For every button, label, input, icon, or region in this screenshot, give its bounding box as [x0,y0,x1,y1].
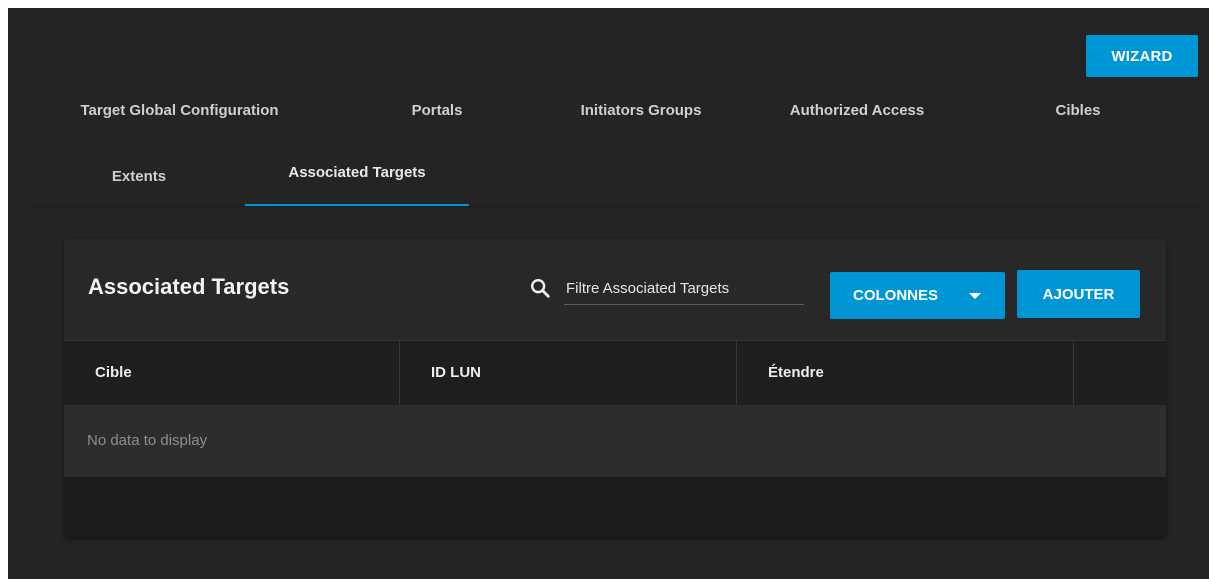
tab-extents[interactable]: Extents [98,168,180,185]
tab-associated-targets[interactable]: Associated Targets [265,164,449,181]
app-frame: WIZARD Target Global Configuration Porta… [8,8,1209,579]
table-header: Cible ID LUN Étendre [64,340,1166,406]
associated-targets-card: Associated Targets COLONNES AJOUTER Cibl… [64,239,1166,537]
wizard-button[interactable]: WIZARD [1086,35,1198,77]
tab-portals[interactable]: Portals [387,102,487,119]
table-footer [64,477,1166,537]
search-icon [531,279,550,298]
caret-down-icon [969,293,981,299]
column-header-cible[interactable]: Cible [64,341,400,406]
tabs-divider [32,206,1202,207]
columns-button[interactable]: COLONNES [830,272,1005,319]
column-header-id-lun[interactable]: ID LUN [400,341,737,406]
tab-authorized-access[interactable]: Authorized Access [777,102,937,119]
empty-table-message: No data to display [64,405,1166,477]
columns-button-label: COLONNES [853,287,939,304]
tab-initiators-groups[interactable]: Initiators Groups [561,102,721,119]
add-button[interactable]: AJOUTER [1017,270,1140,318]
tab-cibles[interactable]: Cibles [1043,102,1113,119]
card-title: Associated Targets [88,274,290,299]
filter-input[interactable] [564,273,804,305]
column-header-actions [1074,341,1166,406]
tab-target-global-configuration[interactable]: Target Global Configuration [57,102,302,119]
column-header-etendre[interactable]: Étendre [737,341,1074,406]
